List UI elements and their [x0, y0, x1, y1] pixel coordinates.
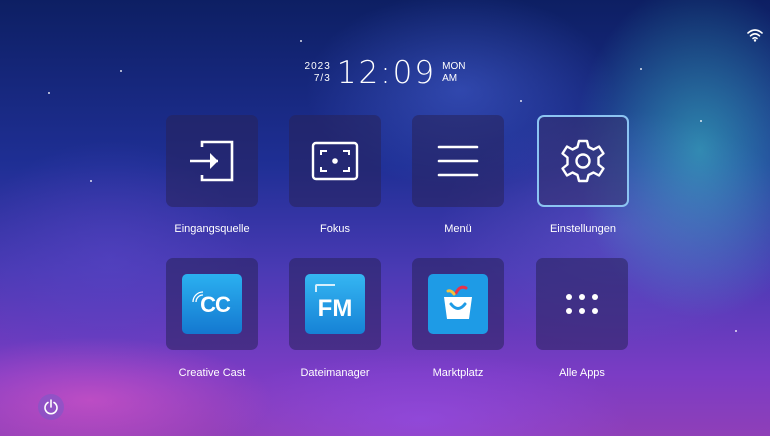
- star: [735, 330, 737, 332]
- year: 2023: [304, 61, 331, 72]
- power-button[interactable]: [38, 394, 64, 420]
- star: [520, 100, 522, 102]
- date: 2023 7/3: [305, 61, 331, 85]
- tile-alle-apps[interactable]: [536, 258, 628, 350]
- creative-cast-icon: CC: [182, 274, 242, 334]
- tile-label: Alle Apps: [559, 367, 605, 379]
- wifi-icon: [747, 29, 763, 42]
- menu-icon: [437, 145, 479, 177]
- star: [90, 180, 92, 182]
- tile-label: Eingangsquelle: [174, 223, 250, 235]
- power-icon: [44, 399, 58, 415]
- tile-dateimanager[interactable]: FM: [289, 258, 381, 350]
- focus-icon: [311, 141, 359, 181]
- input-source-icon: [190, 140, 234, 182]
- file-manager-icon: FM: [305, 274, 365, 334]
- tile-label: Dateimanager: [300, 367, 370, 379]
- tile-label: Menü: [444, 223, 472, 235]
- tile-eingangsquelle[interactable]: [166, 115, 258, 207]
- shopping-bag-icon: [444, 285, 472, 319]
- cast-waves-icon: [192, 291, 204, 303]
- gear-icon: [561, 139, 605, 183]
- clock: 2023 7/3 12:09 MON AM: [0, 56, 770, 90]
- tile-label: Marktplatz: [432, 367, 484, 379]
- tile-marktplatz[interactable]: [412, 258, 504, 350]
- tile-einstellungen[interactable]: [537, 115, 629, 207]
- tile-menu[interactable]: [412, 115, 504, 207]
- tile-fokus[interactable]: [289, 115, 381, 207]
- star: [300, 40, 302, 42]
- star: [700, 120, 702, 122]
- tile-label: Creative Cast: [178, 367, 246, 379]
- star: [48, 92, 50, 94]
- time: 12:09: [336, 55, 437, 91]
- weekday-ampm: MON AM: [442, 61, 465, 85]
- am-pm: AM: [442, 73, 458, 84]
- tile-label: Fokus: [320, 223, 350, 235]
- tile-creative-cast[interactable]: CC: [166, 258, 258, 350]
- marketplace-icon: [428, 274, 488, 334]
- weekday: MON: [442, 61, 466, 72]
- folder-tab-icon: [315, 284, 335, 292]
- all-apps-icon: [566, 294, 598, 314]
- file-manager-text: FM: [317, 295, 353, 322]
- tile-label: Einstellungen: [549, 223, 617, 235]
- day-month: 7/3: [313, 73, 331, 84]
